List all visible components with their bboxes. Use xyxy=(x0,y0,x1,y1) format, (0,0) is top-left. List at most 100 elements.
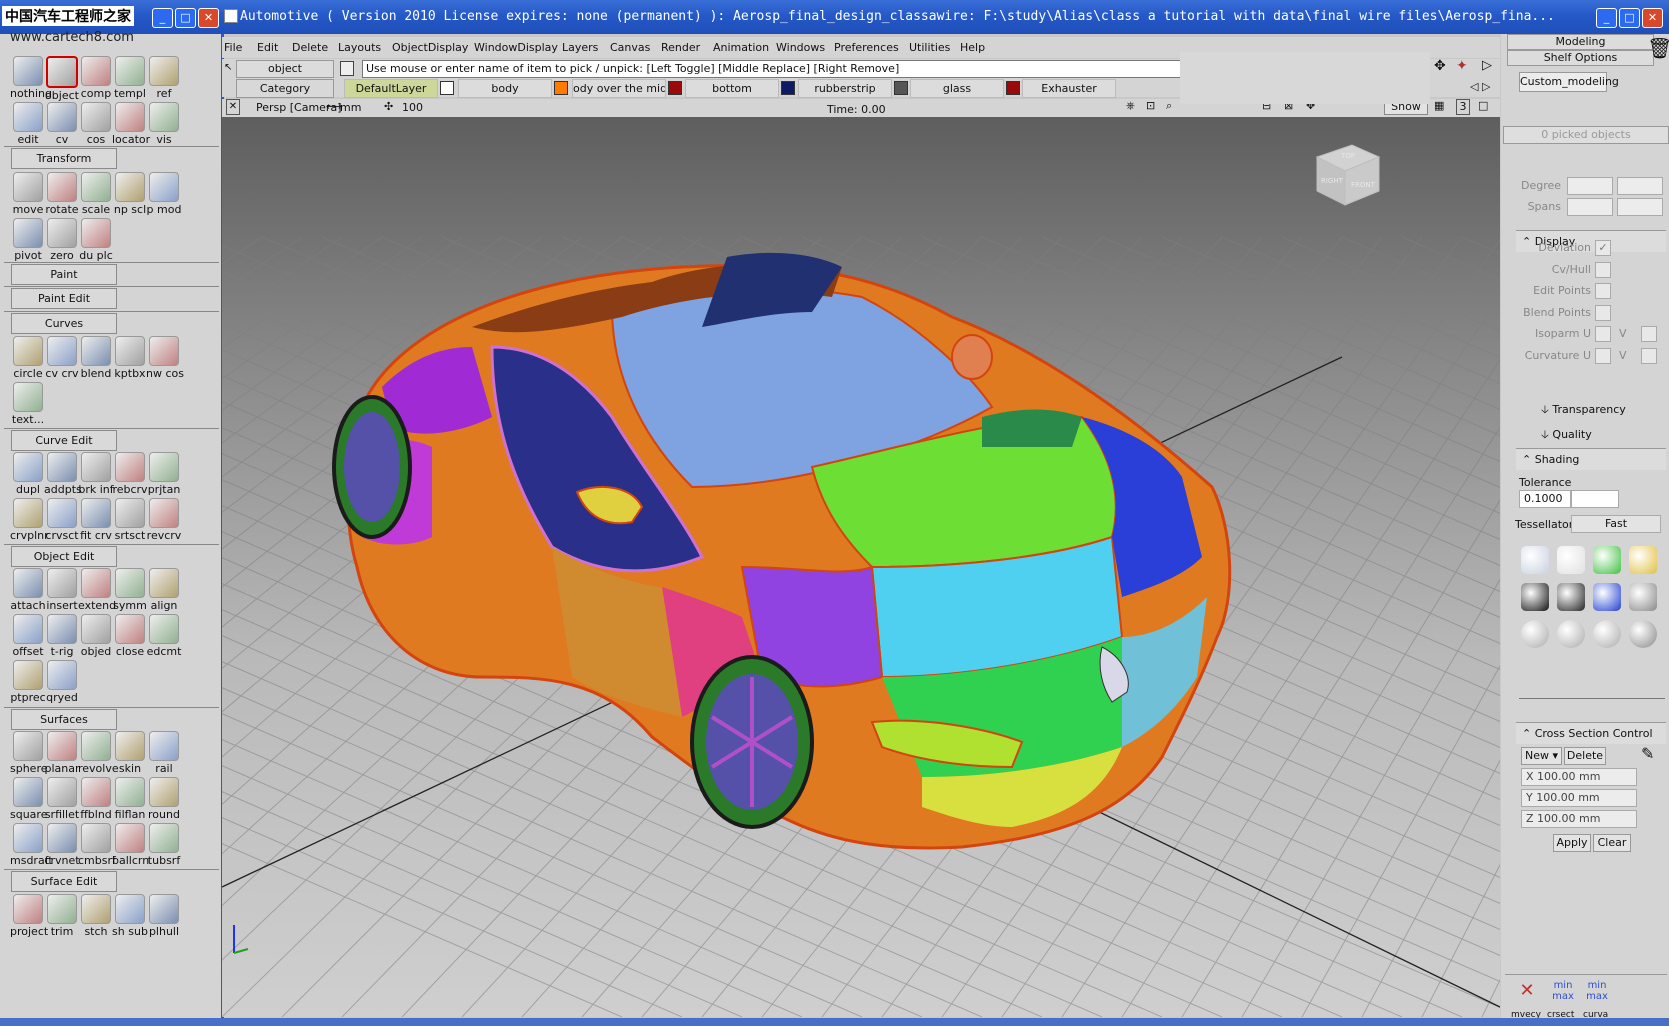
tool-du-plc[interactable]: du plc xyxy=(78,218,114,264)
camera-icon[interactable]: ⎈ xyxy=(1126,99,1135,113)
tool-msdraft[interactable]: msdraft xyxy=(10,823,53,869)
tool-np-scl[interactable]: np scl xyxy=(112,172,148,218)
tool-crvsct[interactable]: crvsct xyxy=(44,498,80,544)
layer-color-swatch[interactable] xyxy=(440,81,454,95)
shelf-header-paint[interactable]: Paint xyxy=(11,264,117,285)
degree-field-v[interactable] xyxy=(1617,177,1663,195)
z-field[interactable]: Z 100.00 mm xyxy=(1521,810,1637,828)
slider-track[interactable] xyxy=(1519,698,1665,699)
degree-field[interactable] xyxy=(1567,177,1613,195)
shade-sphere-icon[interactable] xyxy=(1593,620,1621,648)
layer-rubberstrip[interactable]: rubberstrip xyxy=(798,79,892,98)
layer-glass[interactable]: glass xyxy=(910,79,1004,98)
tool-srtsct[interactable]: srtsct xyxy=(112,498,148,544)
layer-exhauster[interactable]: Exhauster xyxy=(1022,79,1116,98)
tool-project[interactable]: project xyxy=(10,894,48,940)
tool-srfillet[interactable]: srfillet xyxy=(44,777,80,823)
tessellator-select[interactable]: Fast xyxy=(1571,515,1661,533)
apply-button[interactable]: Apply xyxy=(1553,834,1591,852)
shade-color-icon[interactable] xyxy=(1593,546,1621,574)
menu-windows[interactable]: Windows xyxy=(776,41,825,54)
menu-utilities[interactable]: Utilities xyxy=(909,41,950,54)
menu-file[interactable]: File xyxy=(224,41,242,54)
layer-bottom[interactable]: bottom xyxy=(685,79,779,98)
tool-plhull[interactable]: plhull xyxy=(146,894,182,940)
tool-nothing[interactable]: nothing xyxy=(10,56,52,102)
tool-qryed[interactable]: qryed xyxy=(44,660,80,706)
tool-prjtan[interactable]: prjtan xyxy=(146,452,182,498)
spans-field-v[interactable] xyxy=(1617,198,1663,216)
pencil-icon[interactable]: ✎ xyxy=(1641,744,1654,763)
tool-rotate[interactable]: rotate xyxy=(44,172,80,218)
crsect-icon[interactable]: min max xyxy=(1549,980,1577,1008)
display-row-v-checkbox[interactable] xyxy=(1641,326,1657,342)
tool-planar[interactable]: planar xyxy=(44,731,80,777)
tool-object[interactable]: object xyxy=(44,56,80,102)
tool-cv[interactable]: cv xyxy=(44,102,80,148)
tool-edcmt[interactable]: edcmt xyxy=(146,614,182,660)
tool-cos[interactable]: cos xyxy=(78,102,114,148)
tool-templ[interactable]: templ xyxy=(112,56,148,102)
tool-crvnet[interactable]: crvnet xyxy=(44,823,80,869)
tool-ref[interactable]: ref xyxy=(146,56,182,102)
shade-sphere-icon[interactable] xyxy=(1557,620,1585,648)
tool-blend[interactable]: blend xyxy=(78,336,114,382)
view-cube[interactable]: TOP FRONT RIGHT xyxy=(1315,144,1381,206)
tolerance-field[interactable]: 0.1000 xyxy=(1519,490,1571,508)
tool-align[interactable]: align xyxy=(146,568,182,614)
shade-yellow-icon[interactable] xyxy=(1629,546,1657,574)
shelf-header-surface-edit[interactable]: Surface Edit xyxy=(11,871,117,892)
tool-rail[interactable]: rail xyxy=(146,731,182,777)
tool-revcrv[interactable]: revcrv xyxy=(146,498,182,544)
shelf-options-button[interactable]: Shelf Options xyxy=(1507,50,1654,66)
tool-ptprec[interactable]: ptprec xyxy=(10,660,46,706)
tool-offset[interactable]: offset xyxy=(10,614,46,660)
tool-circle[interactable]: circle xyxy=(10,336,46,382)
trash-icon[interactable]: 🗑 xyxy=(1647,36,1669,60)
menu-delete[interactable]: Delete xyxy=(292,41,328,54)
menu-canvas[interactable]: Canvas xyxy=(610,41,650,54)
spans-field[interactable] xyxy=(1567,198,1613,216)
shading-section-header[interactable]: ⌃ Shading xyxy=(1516,448,1666,470)
tool-attach[interactable]: attach xyxy=(10,568,46,614)
tool-comp[interactable]: comp xyxy=(78,56,114,102)
transform-icon[interactable]: ✥ xyxy=(1434,58,1446,74)
tool-sphere[interactable]: sphere xyxy=(10,731,48,777)
shade-dark-icon[interactable] xyxy=(1629,583,1657,611)
maximize-button[interactable]: □ xyxy=(1619,8,1640,28)
shade-grey-icon[interactable] xyxy=(1521,546,1549,574)
shelf-header-curves[interactable]: Curves xyxy=(11,313,117,334)
y-field[interactable]: Y 100.00 mm xyxy=(1521,789,1637,807)
delete-button[interactable]: Delete xyxy=(1564,747,1606,765)
tool-text-[interactable]: text... xyxy=(10,382,46,428)
prompt-history-icon[interactable] xyxy=(340,61,354,76)
car-model[interactable] xyxy=(332,252,1232,850)
tool-move[interactable]: move xyxy=(10,172,46,218)
pick-mode-select[interactable]: object xyxy=(236,60,334,78)
tool-p-mod[interactable]: p mod xyxy=(146,172,182,218)
perspective-viewport[interactable]: TOP FRONT RIGHT xyxy=(222,117,1500,1017)
layer-ody-over-the-middle[interactable]: ody over the middle xyxy=(572,79,666,98)
display-row-v-checkbox[interactable] xyxy=(1641,347,1657,364)
tool-extend[interactable]: extend xyxy=(78,568,116,614)
shade-camera-icon[interactable] xyxy=(1629,620,1657,648)
modeling-tab[interactable]: Modeling xyxy=(1507,34,1654,50)
tool-kptbx[interactable]: kptbx xyxy=(112,336,148,382)
tool-ballcrn[interactable]: ballcrn xyxy=(112,823,149,869)
wire-toggle-icon[interactable]: ▦ xyxy=(1434,99,1444,112)
tool-crvplnr[interactable]: crvplnr xyxy=(10,498,49,544)
mvecy-icon[interactable]: ✕ xyxy=(1513,980,1541,1008)
tool-dupl[interactable]: dupl xyxy=(10,452,46,498)
tool-brk-inf[interactable]: brk inf xyxy=(78,452,114,498)
shelf-header-transform[interactable]: Transform xyxy=(11,148,117,169)
view-close-icon[interactable]: ✕ xyxy=(226,99,240,115)
layer-color-swatch[interactable] xyxy=(1006,81,1020,95)
curva-icon[interactable]: min max xyxy=(1583,980,1611,1008)
tool-revolve[interactable]: revolve xyxy=(78,731,119,777)
x-field[interactable]: X 100.00 mm xyxy=(1521,768,1637,786)
tool-fit-crv[interactable]: fit crv xyxy=(78,498,114,544)
shelf-header-paint-edit[interactable]: Paint Edit xyxy=(11,288,117,309)
tool-addpts[interactable]: addpts xyxy=(44,452,82,498)
tool-sh-sub[interactable]: sh sub xyxy=(112,894,148,940)
tool-round[interactable]: round xyxy=(146,777,182,823)
